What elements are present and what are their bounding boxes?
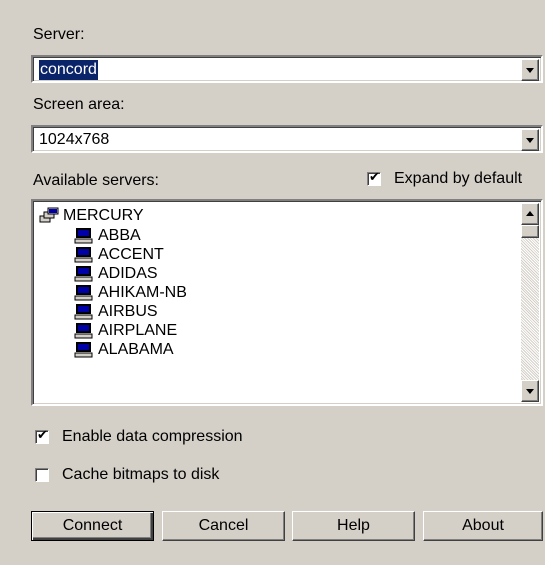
- computer-icon: [74, 266, 93, 282]
- enable-compression-checkbox[interactable]: ✔: [35, 428, 49, 444]
- computer-icon: [74, 323, 93, 339]
- computer-icon: [74, 228, 93, 244]
- screen-area-combobox[interactable]: 1024x768: [31, 125, 543, 153]
- server-value[interactable]: concord: [39, 60, 98, 80]
- available-servers-label: Available servers:: [33, 172, 159, 189]
- tree-item-label: ALABAMA: [98, 341, 174, 358]
- screen-area-label: Screen area:: [33, 96, 125, 113]
- computer-icon: [74, 247, 93, 263]
- connect-button[interactable]: Connect: [31, 511, 154, 541]
- computer-icon: [74, 342, 93, 358]
- about-button[interactable]: About: [423, 511, 543, 541]
- scroll-thumb[interactable]: [521, 225, 539, 238]
- tree-item-label: AHIKAM-NB: [98, 284, 187, 301]
- chevron-down-icon: [526, 138, 534, 143]
- help-button[interactable]: Help: [292, 511, 415, 541]
- tree-item-label: AIRBUS: [98, 303, 158, 320]
- cancel-button[interactable]: Cancel: [162, 511, 285, 541]
- tree-item-label: ABBA: [98, 227, 141, 244]
- expand-by-default-checkbox[interactable]: ✔: [367, 170, 381, 186]
- computer-icon: [74, 285, 93, 301]
- server-combobox[interactable]: concord: [31, 55, 543, 83]
- dialog-edge: [545, 0, 553, 565]
- screen-area-dropdown-button[interactable]: [521, 129, 539, 151]
- checkmark-icon: ✔: [37, 428, 48, 443]
- vertical-scrollbar[interactable]: [521, 203, 539, 402]
- checkmark-icon: ✔: [369, 170, 380, 185]
- tree-item-label: ADIDAS: [98, 265, 158, 282]
- server-dropdown-button[interactable]: [521, 59, 539, 81]
- tree-item-label: AIRPLANE: [98, 322, 178, 339]
- cache-bitmaps-label[interactable]: Cache bitmaps to disk: [62, 465, 219, 485]
- network-domain-icon: [39, 207, 59, 223]
- server-tree[interactable]: MERCURY ABBA ACCENT ADIDAS AHIKAM-NB AIR…: [31, 199, 543, 406]
- server-label: Server:: [33, 26, 85, 43]
- connection-dialog: Server: concord Screen area: 1024x768 Av…: [0, 0, 545, 565]
- chevron-down-icon: [526, 389, 534, 394]
- expand-by-default-label[interactable]: Expand by default: [394, 169, 522, 189]
- tree-item-label: ACCENT: [98, 246, 164, 263]
- computer-icon: [74, 304, 93, 320]
- enable-compression-label[interactable]: Enable data compression: [62, 427, 243, 447]
- chevron-up-icon: [526, 211, 534, 216]
- screen-area-value[interactable]: 1024x768: [39, 130, 109, 150]
- scroll-down-button[interactable]: [521, 380, 539, 402]
- tree-root-label: MERCURY: [63, 207, 144, 224]
- chevron-down-icon: [526, 68, 534, 73]
- cache-bitmaps-checkbox[interactable]: [35, 468, 49, 482]
- scroll-up-button[interactable]: [521, 203, 539, 225]
